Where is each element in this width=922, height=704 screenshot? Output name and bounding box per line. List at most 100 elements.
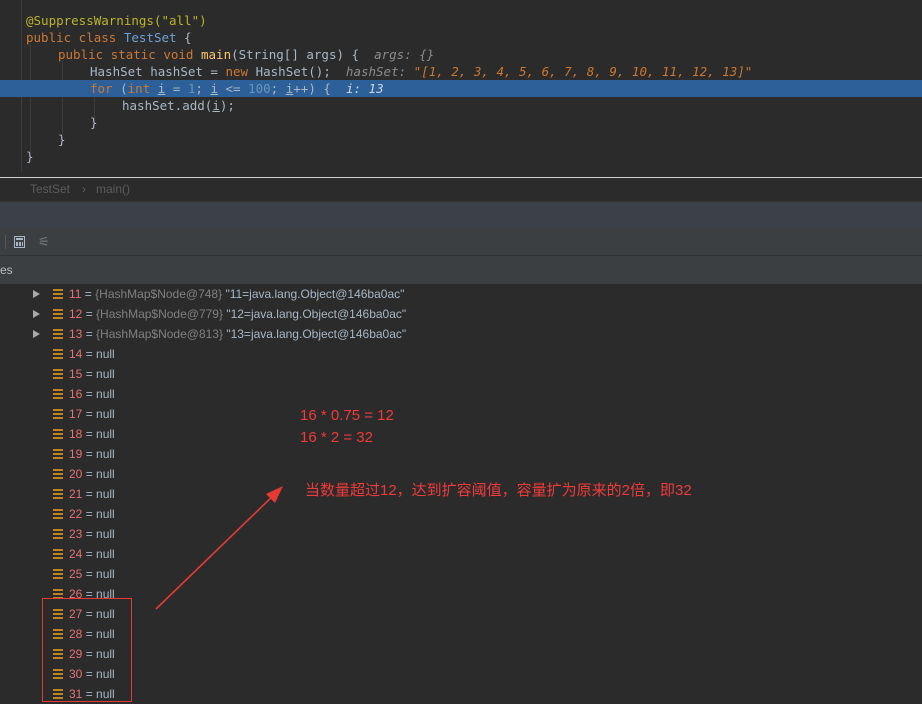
field-icon [53,429,63,439]
field-icon [53,389,63,399]
expand-triangle-icon[interactable] [33,290,40,298]
code-text: (String[] args) { [231,47,360,62]
field-icon [53,549,63,559]
highlight-box [42,598,132,702]
variable-row[interactable]: 22 = null [0,504,922,524]
variable-row[interactable]: 16 = null [0,384,922,404]
variable-row[interactable]: 23 = null [0,524,922,544]
field-icon [53,489,63,499]
variable-text: 12 = {HashMap$Node@779} "12=java.lang.Ob… [69,304,406,324]
variable-row[interactable]: 29 = null [0,644,922,664]
variable: i [212,98,220,113]
field-icon [53,349,63,359]
variable-text: 19 = null [69,444,115,464]
inline-debug-hint: i: 13 [345,81,384,96]
variable-index: 17 [69,407,83,421]
code-line-2[interactable]: public class TestSet { [0,29,922,46]
variable-row[interactable]: 11 = {HashMap$Node@748} "11=java.lang.Ob… [0,284,922,304]
inline-debug-hint: args: {} [374,47,435,62]
variable-text: 16 = null [69,384,115,404]
breadcrumb: TestSet › main() [0,178,922,201]
variable-value: "13=java.lang.Object@146ba0ac" [226,327,407,341]
variable-row[interactable]: 12 = {HashMap$Node@779} "12=java.lang.Ob… [0,304,922,324]
variable-value: null [96,407,115,421]
variable-value: "12=java.lang.Object@146ba0ac" [226,307,407,321]
variable-row[interactable]: 17 = null [0,404,922,424]
variable-text: 24 = null [69,544,115,564]
variable-text: 18 = null [69,424,115,444]
field-icon [53,329,63,339]
code-text: hashSet = [142,64,226,79]
expand-triangle-icon[interactable] [33,330,40,338]
variable-object-ref: {HashMap$Node@813} [96,327,223,341]
equals-sign: = [82,547,97,561]
variable-value: null [96,367,115,381]
variable-text: 25 = null [69,564,115,584]
variable-object-ref: {HashMap$Node@748} [95,287,223,301]
variable-value: "11=java.lang.Object@146ba0ac" [225,287,405,301]
variable-index: 23 [69,527,83,541]
method-call: add [182,98,205,113]
toolbar-separator [5,235,6,249]
code-text: ( [120,81,128,96]
variable-row[interactable]: 15 = null [0,364,922,384]
variable-index: 21 [69,487,83,501]
breadcrumb-method[interactable]: main() [96,178,130,201]
field-icon [53,449,63,459]
equals-sign: = [82,447,97,461]
variable-row[interactable]: 30 = null [0,664,922,684]
equals-sign: = [82,327,97,341]
variable-row[interactable]: 18 = null [0,424,922,444]
variable-index: 11 [69,287,82,301]
calc-line-1: 16 * 0.75 = 12 [300,407,394,424]
keyword: public static void [58,47,201,62]
field-icon [53,369,63,379]
code-line-3[interactable]: public static void main(String[] args) {… [0,46,922,63]
variable-row[interactable]: 13 = {HashMap$Node@813} "13=java.lang.Ob… [0,324,922,344]
code-text: ; [270,81,286,96]
field-icon [53,409,63,419]
debug-toolbar: ⚟ [0,228,922,256]
settings-icon[interactable]: ⚟ [38,235,50,249]
code-text: } [58,132,66,147]
variable-value: null [96,347,115,361]
method-name: main [201,47,232,62]
code-line-6[interactable]: hashSet.add(i); [0,97,922,114]
field-icon [53,529,63,539]
code-line-1[interactable]: @SuppressWarnings("all") [0,12,922,29]
variable: i [210,81,218,96]
code-text: ++) { [293,81,331,96]
equals-sign: = [82,307,97,321]
keyword: public class [26,30,124,45]
variable-row[interactable]: 31 = null [0,684,922,704]
code-editor[interactable]: @SuppressWarnings("all") public class Te… [0,0,922,178]
equals-sign: = [82,487,97,501]
variable-value: null [96,547,115,561]
code-line-9[interactable]: } [0,148,922,165]
variable-value: null [96,387,115,401]
variable-index: 15 [69,367,83,381]
calculation-note: 16 * 0.75 = 12 16 * 2 = 32 [300,405,394,449]
variable-row[interactable]: 25 = null [0,564,922,584]
variable-text: 11 = {HashMap$Node@748} "11=java.lang.Ob… [69,284,404,304]
variable-row[interactable]: 14 = null [0,344,922,364]
variable-row[interactable]: 27 = null [0,604,922,624]
current-execution-line[interactable]: for (int i = 1; i <= 100; i++) { i: 13 [0,80,922,97]
code-text: hashSet. [122,98,183,113]
variable-row[interactable]: 24 = null [0,544,922,564]
code-line-4[interactable]: HashSet hashSet = new HashSet(); hashSet… [0,63,922,80]
variables-tab-label: es [0,263,13,277]
variables-tab[interactable]: es [0,256,922,284]
class-name: TestSet [123,30,177,45]
breadcrumb-class[interactable]: TestSet [30,178,70,201]
code-text: ; [195,81,211,96]
variable-row[interactable]: 19 = null [0,444,922,464]
variable-row[interactable]: 26 = null [0,584,922,604]
expand-triangle-icon[interactable] [33,310,40,318]
variable-index: 12 [69,307,83,321]
equals-sign: = [82,467,97,481]
code-line-7[interactable]: } [0,114,922,131]
evaluate-expression-icon[interactable] [14,236,25,248]
variable-row[interactable]: 28 = null [0,624,922,644]
code-line-8[interactable]: } [0,131,922,148]
